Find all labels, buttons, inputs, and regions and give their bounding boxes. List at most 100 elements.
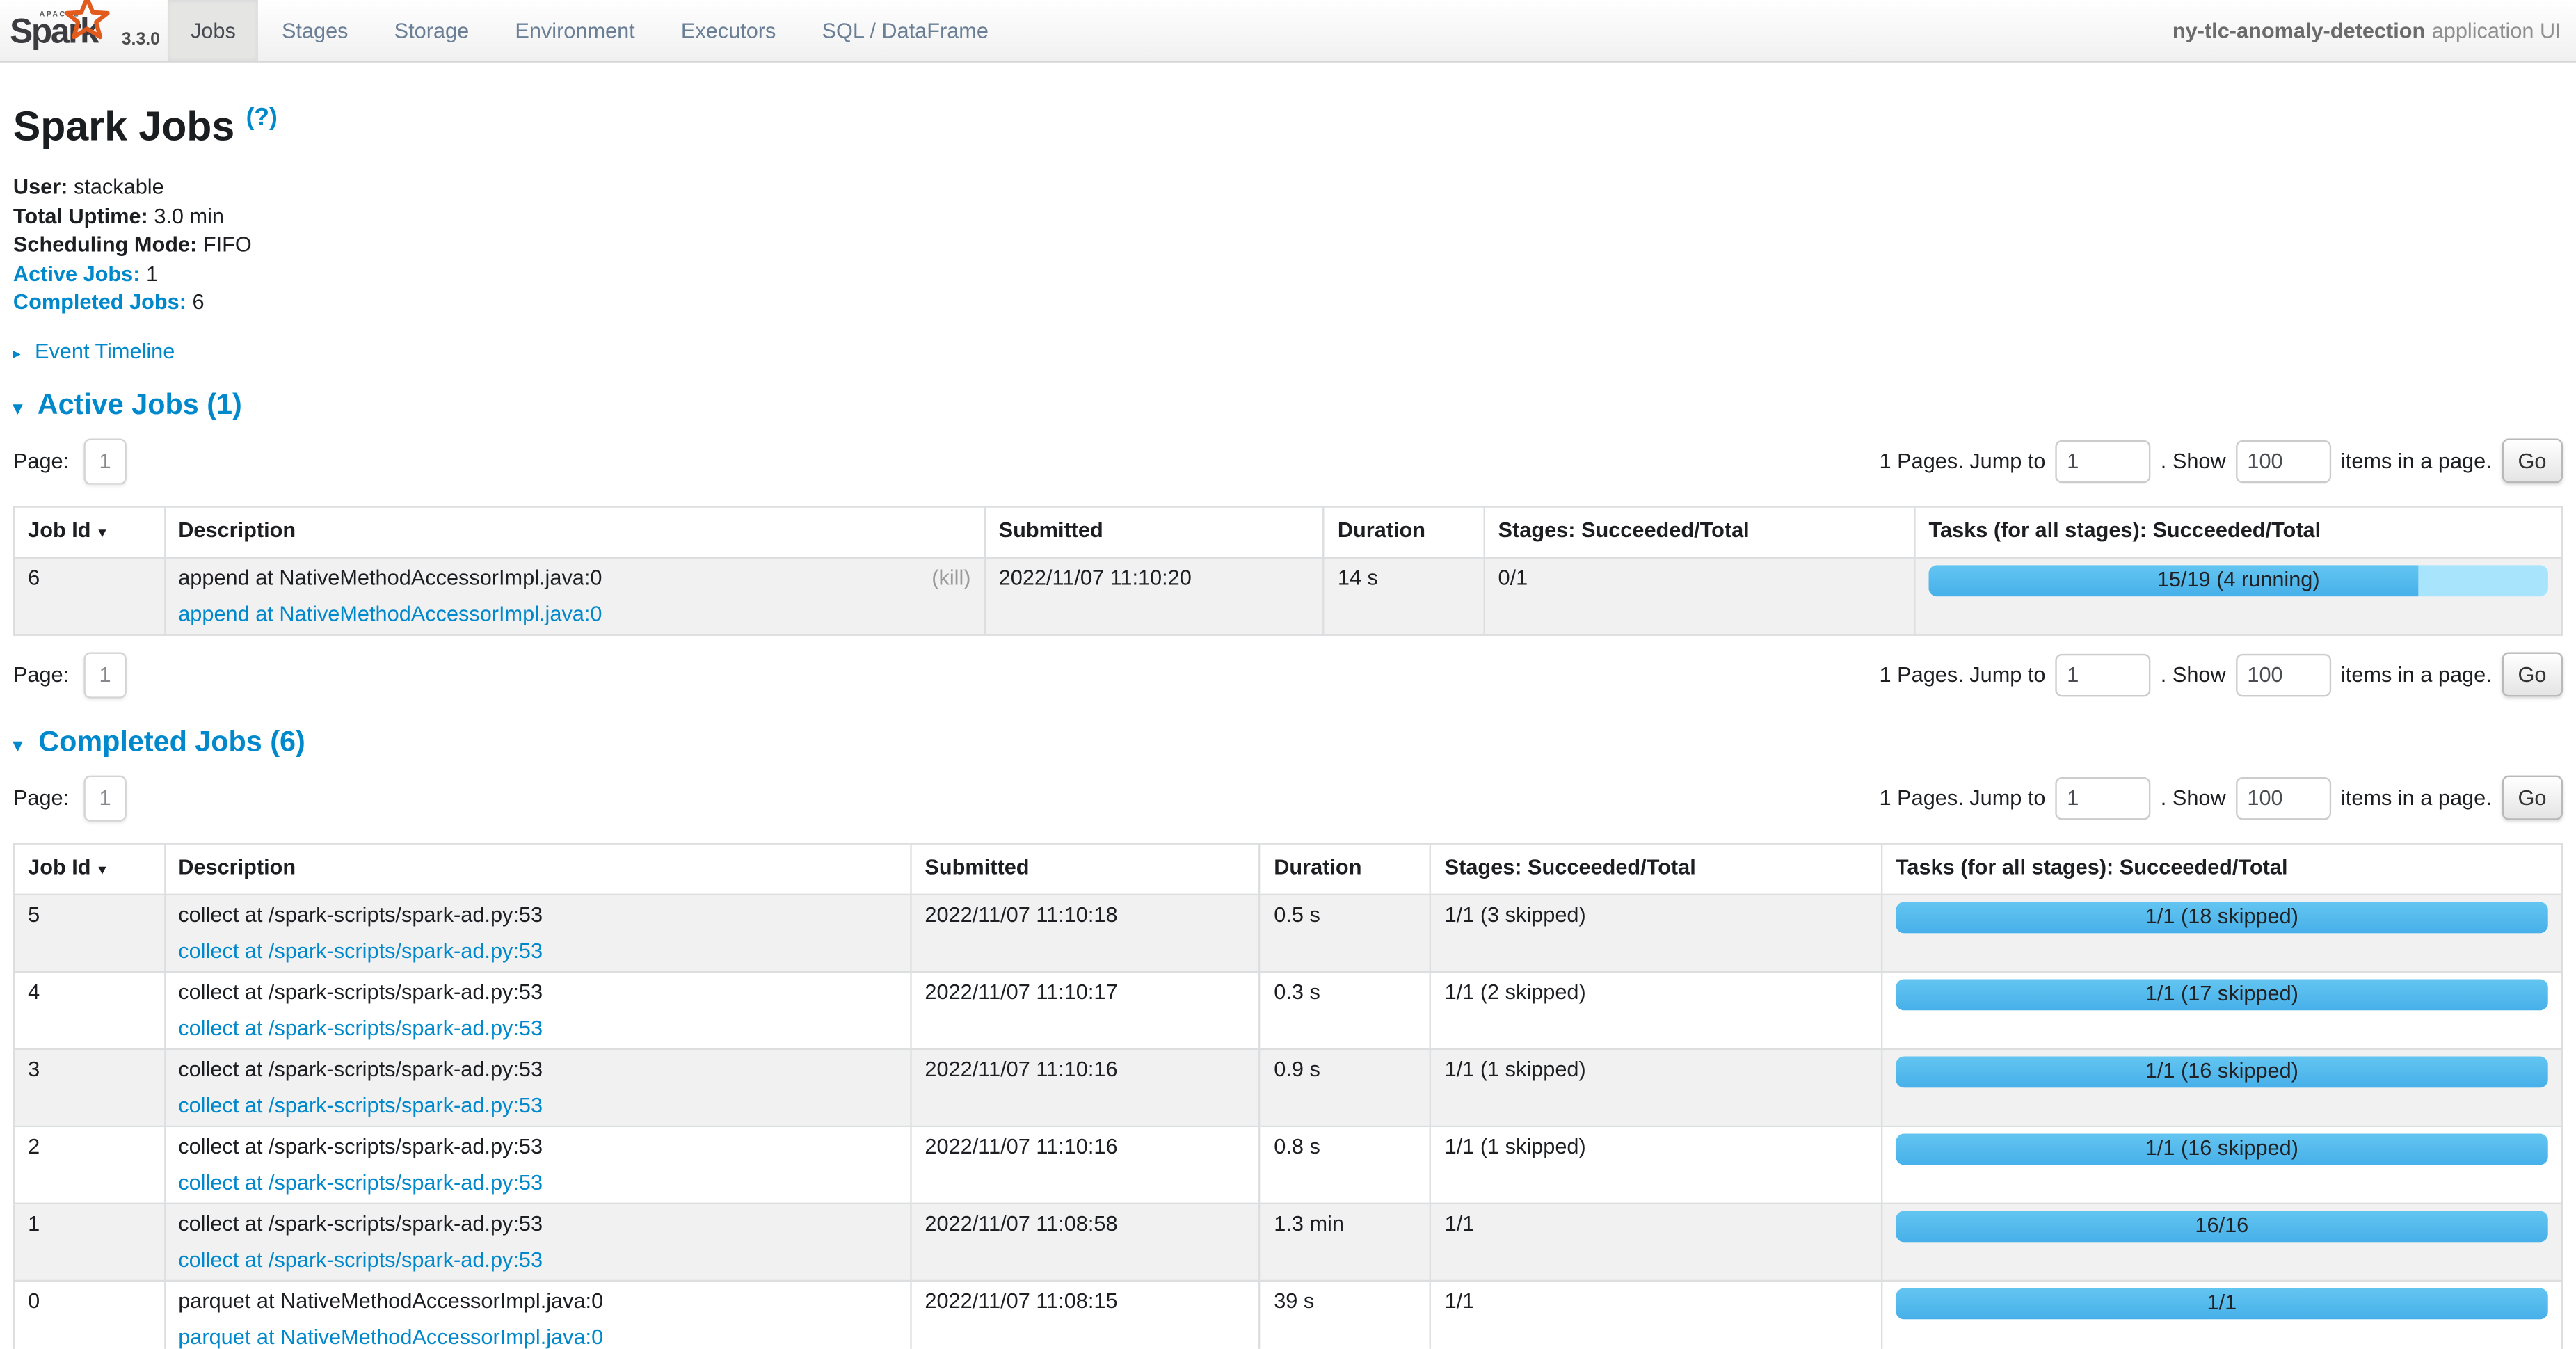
description-text: collect at /spark-scripts/spark-ad.py:53 bbox=[178, 902, 897, 928]
info-label[interactable]: Active Jobs: bbox=[13, 261, 141, 285]
tasks-progress-bar: 1/1 (18 skipped) bbox=[1896, 902, 2548, 933]
items-per-page-input[interactable] bbox=[2236, 440, 2331, 483]
progress-label: 1/1 (16 skipped) bbox=[1896, 1056, 2548, 1087]
page-label: Page: bbox=[13, 662, 69, 687]
tasks-cell: 15/19 (4 running) bbox=[1914, 557, 2561, 634]
tasks-progress-bar: 16/16 bbox=[1896, 1211, 2548, 1242]
tasks-progress-bar: 1/1 bbox=[1896, 1288, 2548, 1319]
column-header-submitted[interactable]: Submitted bbox=[985, 506, 1324, 557]
completed-jobs-heading[interactable]: ▾ Completed Jobs (6) bbox=[13, 724, 2563, 759]
description-link[interactable]: collect at /spark-scripts/spark-ad.py:53 bbox=[178, 1092, 543, 1117]
spark-logo[interactable]: APACHE Spark 3.3.0 bbox=[0, 0, 168, 61]
submitted-cell: 2022/11/07 11:10:16 bbox=[911, 1126, 1260, 1203]
tasks-cell: 1/1 (16 skipped) bbox=[1882, 1126, 2562, 1203]
items-per-page-input[interactable] bbox=[2236, 777, 2331, 820]
description-link[interactable]: append at NativeMethodAccessorImpl.java:… bbox=[178, 601, 602, 625]
spark-star-icon bbox=[63, 0, 112, 49]
pages-count-label: 1 Pages. Jump to bbox=[1880, 449, 2046, 473]
column-header-stages-succeeded-total[interactable]: Stages: Succeeded/Total bbox=[1431, 843, 1882, 894]
column-header-description[interactable]: Description bbox=[164, 843, 911, 894]
event-timeline-toggle[interactable]: ▸ Event Timeline bbox=[13, 338, 2563, 362]
help-link[interactable]: (?) bbox=[246, 104, 278, 131]
tab-stages[interactable]: Stages bbox=[259, 0, 371, 61]
column-header-stages-succeeded-total[interactable]: Stages: Succeeded/Total bbox=[1484, 506, 1914, 557]
column-header-job-id[interactable]: Job Id▼ bbox=[14, 506, 164, 557]
column-header-submitted[interactable]: Submitted bbox=[911, 843, 1260, 894]
pages-count-label: 1 Pages. Jump to bbox=[1880, 786, 2046, 811]
page-number-button[interactable]: 1 bbox=[83, 652, 126, 698]
pagination-left: Page:1 bbox=[13, 775, 127, 821]
duration-cell: 39 s bbox=[1260, 1280, 1430, 1348]
pagination-left: Page: 1 bbox=[13, 652, 127, 698]
job-id-cell: 0 bbox=[14, 1280, 164, 1348]
active-jobs-table: Job Id▼DescriptionSubmittedDurationStage… bbox=[13, 506, 2563, 636]
stages-cell: 1/1 (1 skipped) bbox=[1431, 1126, 1882, 1203]
description-link[interactable]: collect at /spark-scripts/spark-ad.py:53 bbox=[178, 1170, 543, 1194]
job-row: 5collect at /spark-scripts/spark-ad.py:5… bbox=[14, 894, 2562, 971]
jump-to-page-input[interactable] bbox=[2056, 777, 2151, 820]
page-label: Page: bbox=[13, 449, 69, 473]
application-title-suffix: application UI bbox=[2432, 18, 2561, 42]
application-name: ny-tlc-anomaly-detection bbox=[2173, 18, 2425, 42]
column-header-job-id[interactable]: Job Id▼ bbox=[14, 843, 164, 894]
tasks-progress-bar: 1/1 (17 skipped) bbox=[1896, 979, 2548, 1010]
job-row: 3 collect at /spark-scripts/spark-ad.py:5… bbox=[14, 1048, 2562, 1126]
stages-cell: 1/1 (3 skipped) bbox=[1431, 894, 1882, 971]
progress-label: 1/1 bbox=[1896, 1288, 2548, 1319]
column-header-description[interactable]: Description bbox=[164, 506, 984, 557]
kill-link[interactable]: (kill) bbox=[931, 565, 970, 591]
info-label: User: bbox=[13, 175, 68, 199]
submitted-cell: 2022/11/07 11:10:17 bbox=[911, 971, 1260, 1048]
show-label: . Show bbox=[2161, 662, 2226, 687]
stages-cell: 1/1 bbox=[1431, 1203, 1882, 1280]
duration-cell: 0.3 s bbox=[1260, 971, 1430, 1048]
description-text: collect at /spark-scripts/spark-ad.py:53 bbox=[178, 1133, 897, 1160]
tab-storage[interactable]: Storage bbox=[371, 0, 493, 61]
sort-desc-icon: ▼ bbox=[96, 862, 109, 877]
items-per-page-input[interactable] bbox=[2236, 654, 2331, 696]
column-header-tasks-for-all-stages-succeeded-total[interactable]: Tasks (for all stages): Succeeded/Total bbox=[1882, 843, 2562, 894]
tab-executors[interactable]: Executors bbox=[658, 0, 799, 61]
pagination-row: Page:11 Pages. Jump to. Showitems in a p… bbox=[13, 437, 2563, 486]
pagination-controls: 1 Pages. Jump to. Showitems in a page.Go bbox=[1880, 653, 2563, 697]
info-label[interactable]: Completed Jobs: bbox=[13, 289, 186, 314]
job-id-cell: 1 bbox=[14, 1203, 164, 1280]
table-header-row: Job Id▼DescriptionSubmittedDurationStage… bbox=[14, 843, 2562, 894]
active-jobs-heading[interactable]: ▾ Active Jobs (1) bbox=[13, 388, 2563, 422]
description-link[interactable]: collect at /spark-scripts/spark-ad.py:53 bbox=[178, 1247, 543, 1271]
completed-jobs-table: Job Id▼DescriptionSubmittedDurationStage… bbox=[13, 843, 2563, 1349]
progress-label: 16/16 bbox=[1896, 1211, 2548, 1242]
page-number-button[interactable]: 1 bbox=[83, 775, 126, 821]
sort-desc-icon: ▼ bbox=[96, 525, 109, 540]
job-row: 4collect at /spark-scripts/spark-ad.py:5… bbox=[14, 971, 2562, 1048]
description-cell: collect at /spark-scripts/spark-ad.py:53… bbox=[164, 971, 911, 1048]
column-header-duration[interactable]: Duration bbox=[1324, 506, 1485, 557]
pagination-row: Page:11 Pages. Jump to. Showitems in a p… bbox=[13, 650, 2563, 700]
go-button[interactable]: Go bbox=[2502, 776, 2563, 820]
description-link[interactable]: collect at /spark-scripts/spark-ad.py:53 bbox=[178, 1015, 543, 1039]
tasks-cell: 1/1 (18 skipped) bbox=[1882, 894, 2562, 971]
column-header-tasks-for-all-stages-succeeded-total[interactable]: Tasks (for all stages): Succeeded/Total bbox=[1914, 506, 2561, 557]
spark-jobs-page: APACHE Spark 3.3.0 JobsStagesStorageEnvi… bbox=[0, 0, 2576, 1349]
tab-environment[interactable]: Environment bbox=[492, 0, 657, 61]
description-link[interactable]: parquet at NativeMethodAccessorImpl.java… bbox=[178, 1324, 603, 1348]
duration-cell: 0.9 s bbox=[1260, 1048, 1430, 1126]
tab-sql-dataframe[interactable]: SQL / DataFrame bbox=[799, 0, 1011, 61]
submitted-cell: 2022/11/07 11:10:16 bbox=[911, 1048, 1260, 1126]
go-button[interactable]: Go bbox=[2502, 439, 2563, 484]
column-header-duration[interactable]: Duration bbox=[1260, 843, 1430, 894]
submitted-cell: 2022/11/07 11:10:18 bbox=[911, 894, 1260, 971]
page-number-button[interactable]: 1 bbox=[83, 438, 126, 484]
tasks-cell: 16/16 bbox=[1882, 1203, 2562, 1280]
pages-count-label: 1 Pages. Jump to bbox=[1880, 662, 2046, 687]
tasks-cell: 1/1 bbox=[1882, 1280, 2562, 1348]
go-button[interactable]: Go bbox=[2502, 653, 2563, 697]
pagination-row: Page:11 Pages. Jump to. Showitems in a p… bbox=[13, 774, 2563, 823]
jump-to-page-input[interactable] bbox=[2056, 654, 2151, 696]
job-id-cell: 3 bbox=[14, 1048, 164, 1126]
description-cell: collect at /spark-scripts/spark-ad.py:53… bbox=[164, 1126, 911, 1203]
jump-to-page-input[interactable] bbox=[2056, 440, 2151, 483]
description-link[interactable]: collect at /spark-scripts/spark-ad.py:53 bbox=[178, 938, 543, 962]
tab-jobs[interactable]: Jobs bbox=[168, 0, 259, 61]
application-title: ny-tlc-anomaly-detection application UI bbox=[2173, 0, 2561, 61]
